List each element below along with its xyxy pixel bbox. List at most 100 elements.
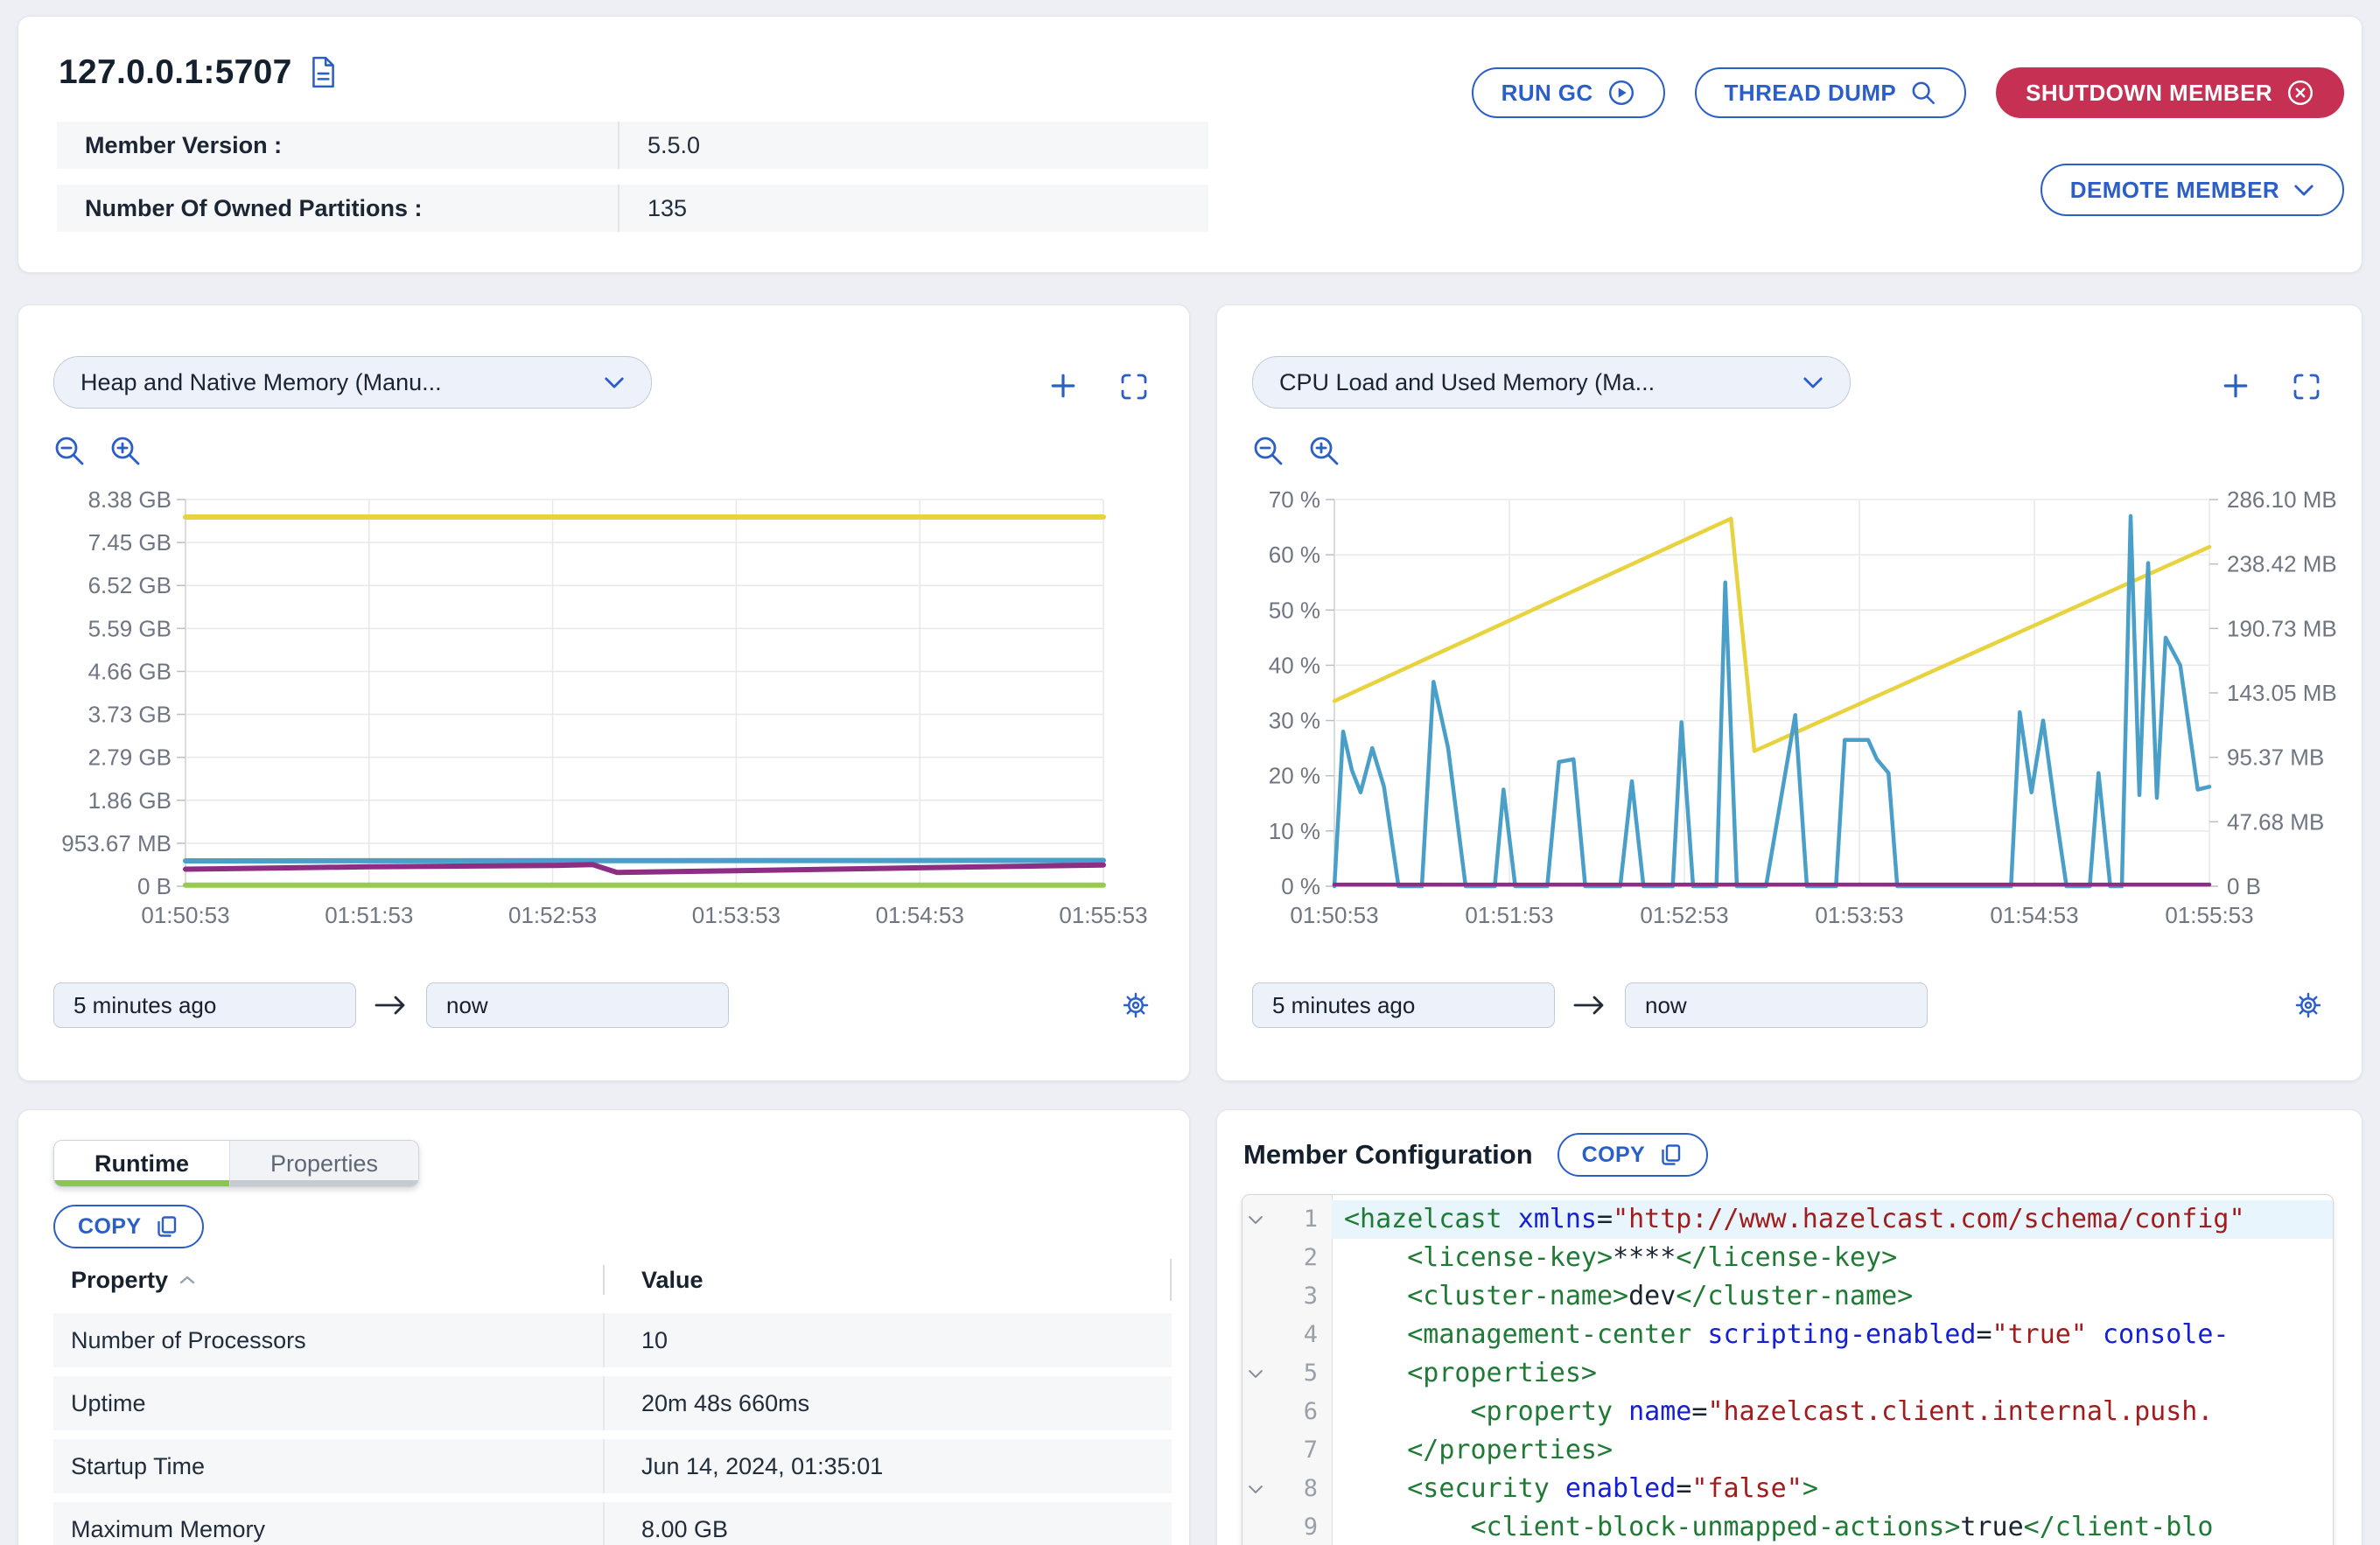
run-gc-button[interactable]: RUN GC xyxy=(1472,67,1665,118)
zoom-in-icon[interactable] xyxy=(1308,435,1341,468)
fold-gutter xyxy=(1242,1239,1269,1277)
runtime-panel: Runtime Properties COPY Property Value N… xyxy=(18,1109,1190,1545)
chart-panel-icons xyxy=(2222,372,2321,402)
svg-text:01:54:53: 01:54:53 xyxy=(1990,902,2078,928)
metric-select-label: Heap and Native Memory (Manu... xyxy=(80,369,442,396)
tab-runtime[interactable]: Runtime xyxy=(54,1141,229,1186)
line-number: 2 xyxy=(1269,1239,1332,1277)
value-cell: 8.00 GB xyxy=(603,1502,1172,1545)
chart-zoom-controls xyxy=(53,435,143,468)
svg-text:01:53:53: 01:53:53 xyxy=(1815,902,1903,928)
run-gc-label: RUN GC xyxy=(1502,80,1593,107)
chevron-down-icon xyxy=(604,376,625,389)
column-property[interactable]: Property xyxy=(71,1267,168,1294)
svg-text:95.37 MB: 95.37 MB xyxy=(2227,745,2324,771)
shutdown-member-label: SHUTDOWN MEMBER xyxy=(2026,80,2272,107)
chart-zoom-controls xyxy=(1252,435,1341,468)
heap-native-memory-chart: 01:50:5301:51:5301:52:5301:53:5301:54:53… xyxy=(18,487,1189,940)
copy-icon xyxy=(155,1214,179,1239)
tab-properties[interactable]: Properties xyxy=(229,1141,418,1186)
metric-select-cpu[interactable]: CPU Load and Used Memory (Ma... xyxy=(1252,356,1851,409)
line-number: 3 xyxy=(1269,1277,1332,1316)
svg-text:1.86 GB: 1.86 GB xyxy=(88,787,172,814)
column-value: Value xyxy=(603,1265,1170,1295)
settings-gear-icon[interactable] xyxy=(1121,990,1151,1020)
page-title: 127.0.0.1:5707 xyxy=(59,53,292,92)
document-icon[interactable] xyxy=(310,56,336,89)
settings-gear-icon[interactable] xyxy=(2293,990,2323,1020)
value-cell: 20m 48s 660ms xyxy=(603,1376,1172,1430)
copy-config-button[interactable]: COPY xyxy=(1558,1133,1708,1177)
svg-text:01:55:53: 01:55:53 xyxy=(1059,902,1147,928)
value-cell: Jun 14, 2024, 01:35:01 xyxy=(603,1439,1172,1493)
svg-text:0 %: 0 % xyxy=(1281,873,1320,899)
svg-text:30 %: 30 % xyxy=(1269,708,1320,734)
property-cell: Uptime xyxy=(53,1376,603,1430)
svg-text:190.73 MB: 190.73 MB xyxy=(2227,615,2337,641)
member-header-card: 127.0.0.1:5707 Member Version : 5.5.0 Nu… xyxy=(18,16,2362,273)
fullscreen-icon[interactable] xyxy=(1119,372,1149,402)
code-text: <license-key>****</license-key> xyxy=(1332,1239,2333,1277)
copy-icon xyxy=(1659,1143,1684,1167)
time-range-row: 5 minutes ago now xyxy=(53,982,1151,1028)
svg-text:50 %: 50 % xyxy=(1269,597,1320,623)
svg-text:01:51:53: 01:51:53 xyxy=(325,902,413,928)
fold-gutter xyxy=(1242,1393,1269,1431)
code-line: 6 <property name="hazelcast.client.inter… xyxy=(1242,1393,2333,1431)
zoom-out-icon[interactable] xyxy=(1252,435,1285,468)
code-line: 1<hazelcast xmlns="http://www.hazelcast.… xyxy=(1242,1200,2333,1239)
tab-runtime-label: Runtime xyxy=(94,1150,189,1178)
fullscreen-icon[interactable] xyxy=(2292,372,2321,402)
svg-text:10 %: 10 % xyxy=(1269,818,1320,844)
chevron-down-icon xyxy=(2293,184,2314,197)
sort-ascending-icon[interactable] xyxy=(178,1275,196,1285)
time-from-input[interactable]: 5 minutes ago xyxy=(1252,982,1555,1028)
svg-text:70 %: 70 % xyxy=(1269,487,1320,513)
property-cell: Maximum Memory xyxy=(53,1502,603,1545)
code-line: 8 <security enabled="false"> xyxy=(1242,1470,2333,1508)
fold-gutter xyxy=(1242,1316,1269,1354)
time-from-input[interactable]: 5 minutes ago xyxy=(53,982,356,1028)
add-chart-icon[interactable] xyxy=(2222,372,2250,402)
svg-text:01:50:53: 01:50:53 xyxy=(1290,902,1378,928)
info-row-member-version: Member Version : 5.5.0 xyxy=(57,122,1208,169)
runtime-table: Property Value Number of Processors 10 U… xyxy=(53,1259,1172,1545)
fold-toggle-icon[interactable] xyxy=(1242,1354,1269,1393)
svg-text:5.59 GB: 5.59 GB xyxy=(88,615,172,641)
fold-gutter xyxy=(1242,1431,1269,1470)
line-number: 6 xyxy=(1269,1393,1332,1431)
code-text: <hazelcast xmlns="http://www.hazelcast.c… xyxy=(1332,1200,2333,1239)
tab-properties-label: Properties xyxy=(270,1150,378,1178)
svg-text:01:52:53: 01:52:53 xyxy=(1640,902,1728,928)
demote-member-label: DEMOTE MEMBER xyxy=(2070,177,2279,204)
thread-dump-button[interactable]: THREAD DUMP xyxy=(1695,67,1967,118)
info-value: 135 xyxy=(618,195,1208,222)
info-row-owned-partitions: Number Of Owned Partitions : 135 xyxy=(57,185,1208,232)
config-editor[interactable]: 1<hazelcast xmlns="http://www.hazelcast.… xyxy=(1242,1194,2334,1545)
metric-select-heap[interactable]: Heap and Native Memory (Manu... xyxy=(53,356,652,409)
fold-toggle-icon[interactable] xyxy=(1242,1470,1269,1508)
fold-toggle-icon[interactable] xyxy=(1242,1200,1269,1239)
zoom-in-icon[interactable] xyxy=(109,435,143,468)
svg-text:60 %: 60 % xyxy=(1269,542,1320,568)
shutdown-member-button[interactable]: SHUTDOWN MEMBER xyxy=(1996,67,2344,118)
add-chart-icon[interactable] xyxy=(1049,372,1077,402)
copy-runtime-button[interactable]: COPY xyxy=(53,1205,204,1248)
time-range-row: 5 minutes ago now xyxy=(1252,982,2323,1028)
demote-member-button[interactable]: DEMOTE MEMBER xyxy=(2040,164,2344,216)
time-to-input[interactable]: now xyxy=(426,982,729,1028)
code-text: <management-center scripting-enabled="tr… xyxy=(1332,1316,2333,1354)
svg-text:01:51:53: 01:51:53 xyxy=(1465,902,1553,928)
code-line: 7 </properties> xyxy=(1242,1431,2333,1470)
svg-text:20 %: 20 % xyxy=(1269,763,1320,789)
chart-panel-icons xyxy=(1049,372,1149,402)
svg-text:8.38 GB: 8.38 GB xyxy=(88,487,172,513)
svg-text:0 B: 0 B xyxy=(137,873,172,899)
svg-text:143.05 MB: 143.05 MB xyxy=(2227,680,2337,706)
time-to-input[interactable]: now xyxy=(1625,982,1928,1028)
zoom-out-icon[interactable] xyxy=(53,435,87,468)
cpu-memory-panel: CPU Load and Used Memory (Ma... 01:50:53… xyxy=(1216,304,2362,1081)
metric-select-label: CPU Load and Used Memory (Ma... xyxy=(1279,369,1655,396)
fold-gutter xyxy=(1242,1277,1269,1316)
svg-text:47.68 MB: 47.68 MB xyxy=(2227,808,2324,835)
